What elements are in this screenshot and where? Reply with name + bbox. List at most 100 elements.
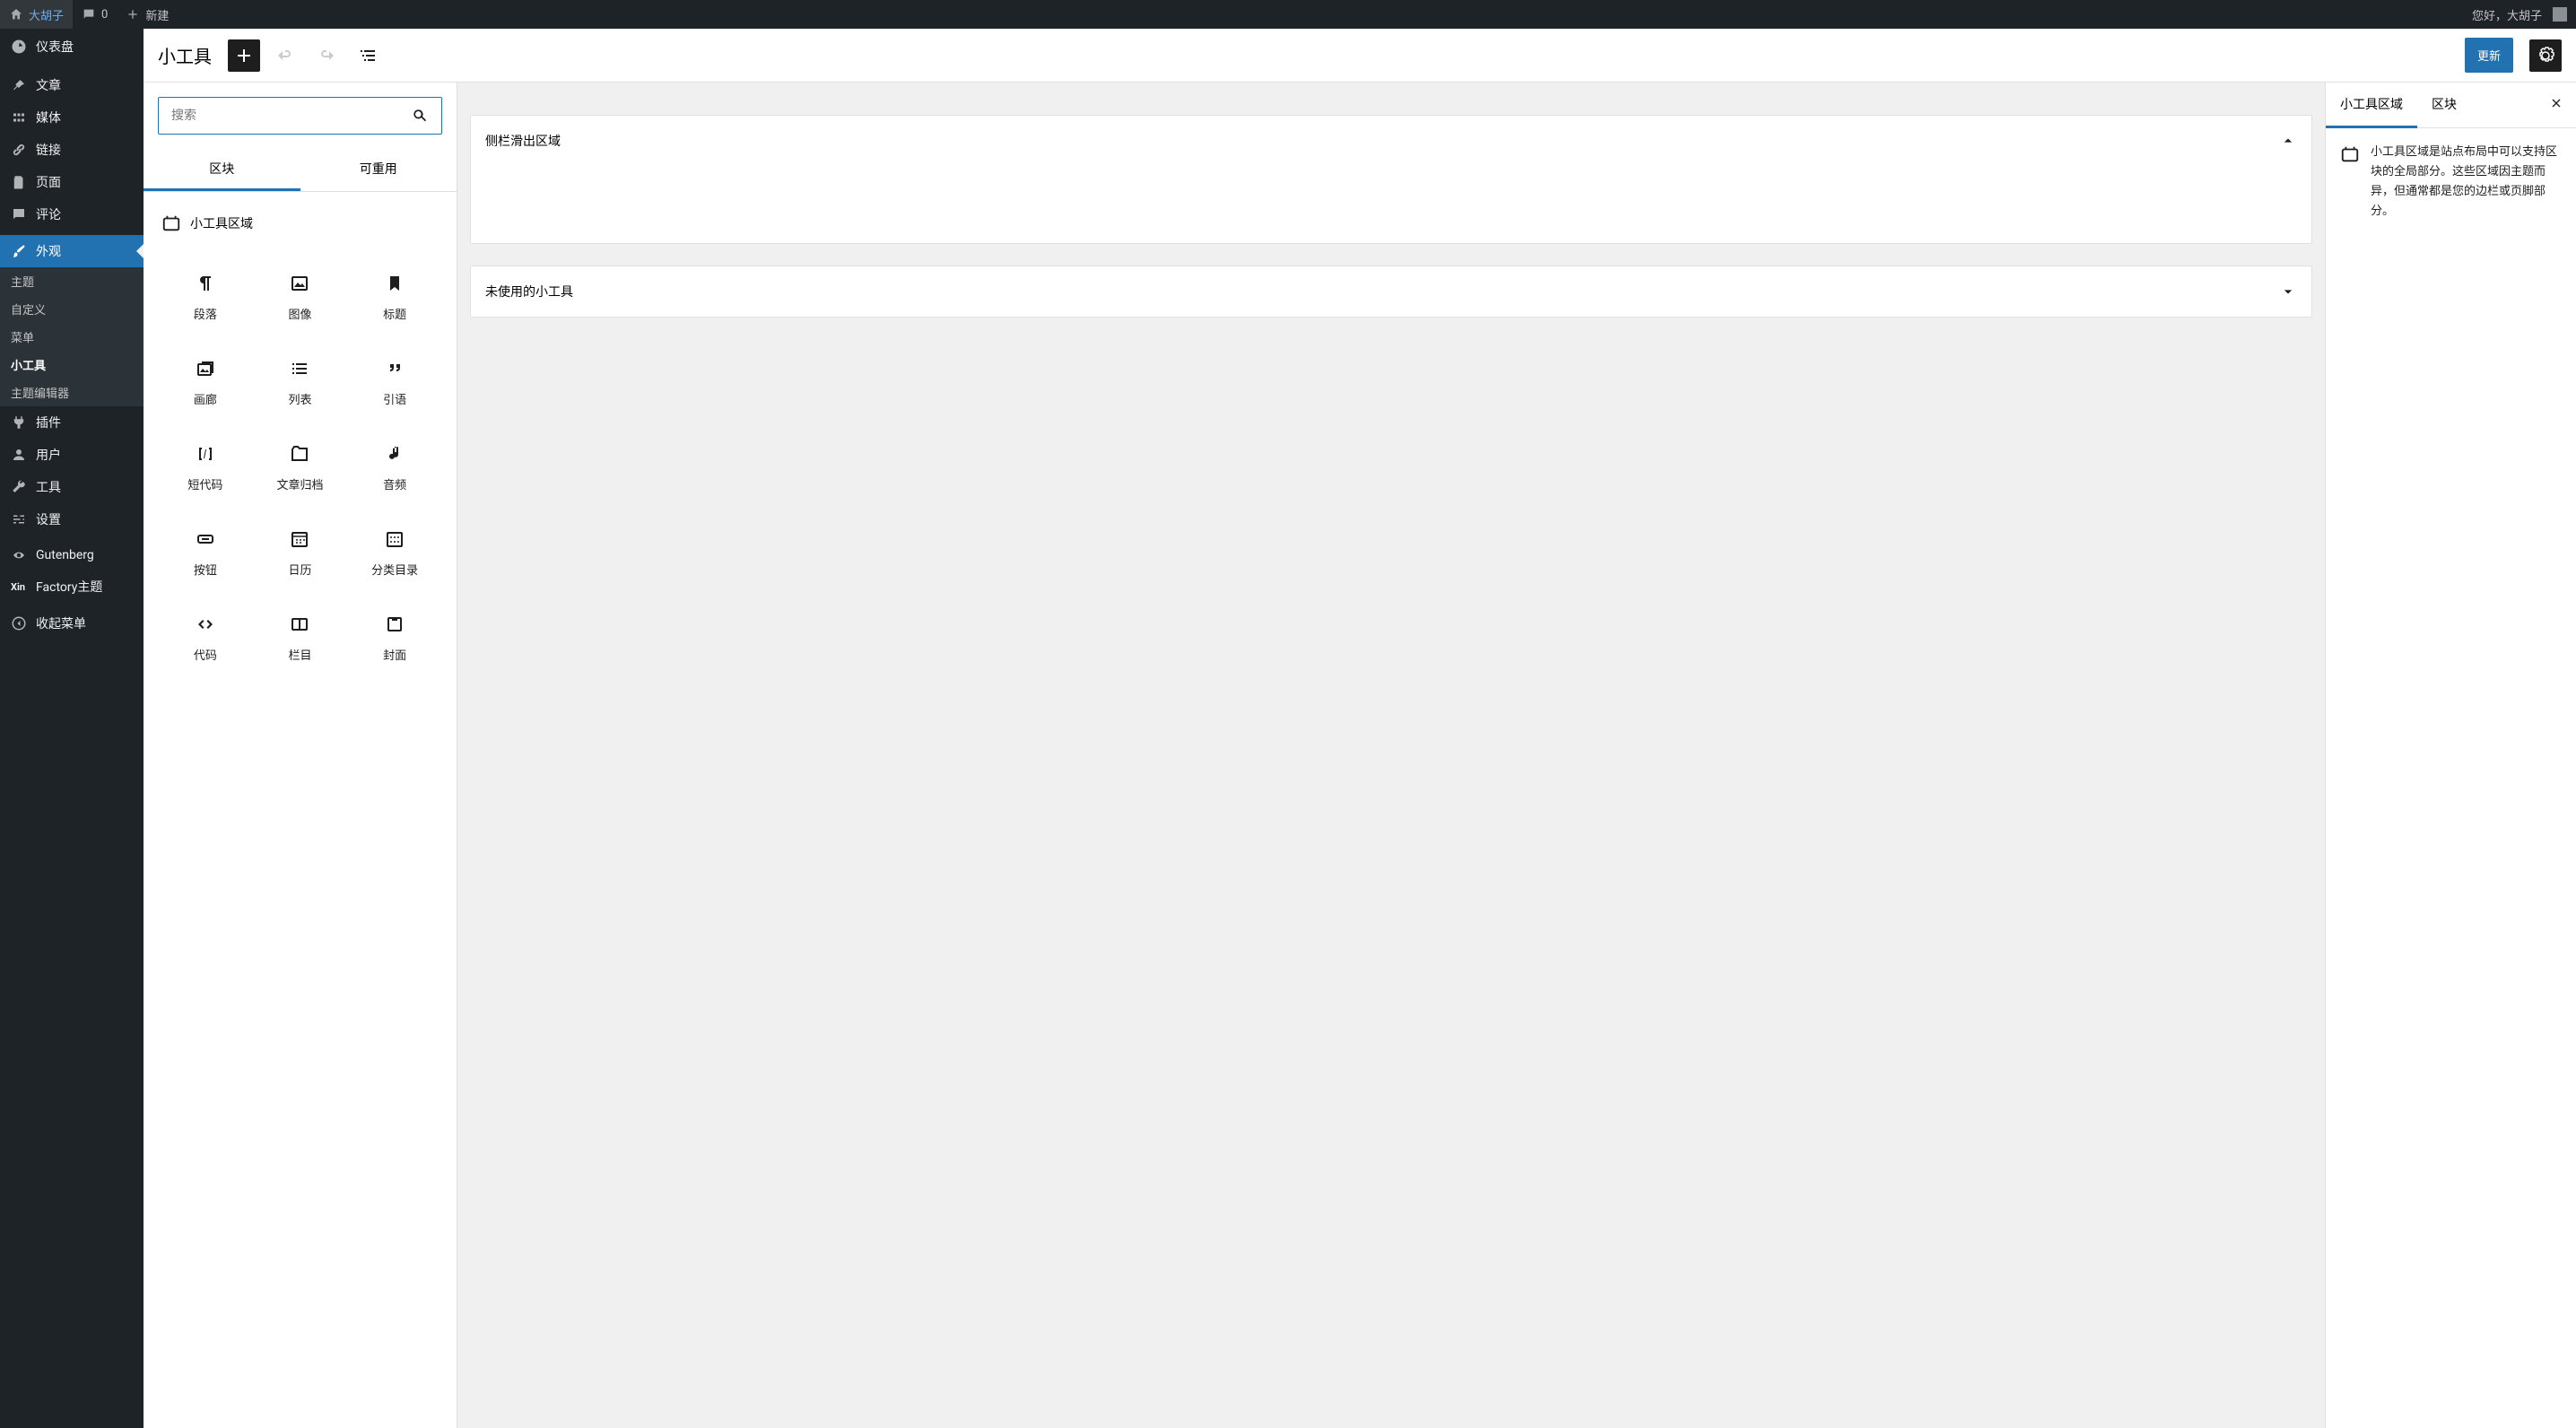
new-link[interactable]: 新建 — [117, 0, 178, 29]
panel-title: 侧栏滑出区域 — [485, 132, 561, 150]
gear-icon — [2535, 45, 2556, 66]
block-button[interactable]: 按钮 — [158, 510, 253, 596]
search-box[interactable] — [158, 97, 442, 135]
sidebar-item-posts[interactable]: 文章 — [0, 69, 144, 101]
sidebar-label: 设置 — [36, 510, 61, 528]
undo-button[interactable] — [269, 39, 301, 72]
tab-reusable[interactable]: 可重用 — [300, 149, 457, 191]
chevron-up-icon — [2279, 132, 2297, 150]
comments-count: 0 — [101, 8, 108, 22]
sidebar-label: 收起菜单 — [36, 614, 86, 632]
main-area: 小工具 更新 区块 可重用 小工具区域 — [144, 29, 2576, 1428]
sidebar-label: 用户 — [36, 446, 61, 464]
sidebar-item-plugins[interactable]: 插件 — [0, 406, 144, 439]
inserter-tabs: 区块 可重用 — [144, 149, 457, 192]
editor-topbar: 小工具 更新 — [144, 29, 2576, 83]
widget-area-panel-inactive: 未使用的小工具 — [470, 266, 2312, 318]
archive-icon — [289, 443, 310, 465]
plus-icon — [126, 7, 140, 22]
sidebar-item-collapse[interactable]: 收起菜单 — [0, 607, 144, 640]
plug-icon — [11, 414, 27, 431]
bookmark-icon — [384, 273, 405, 294]
settings-button[interactable] — [2529, 39, 2562, 72]
panel-header[interactable]: 未使用的小工具 — [471, 266, 2311, 317]
panel-header[interactable]: 侧栏滑出区域 — [471, 116, 2311, 166]
sub-editor[interactable]: 主题编辑器 — [0, 379, 144, 406]
sidebar-label: Gutenberg — [36, 548, 94, 562]
category-label: 小工具区域 — [190, 214, 253, 232]
editor-canvas: 侧栏滑出区域 未使用的小工具 — [457, 83, 2325, 1428]
tab-blocks[interactable]: 区块 — [144, 149, 300, 191]
update-button[interactable]: 更新 — [2465, 38, 2513, 73]
block-categories[interactable]: 分类目录 — [347, 510, 442, 596]
close-settings-button[interactable] — [2537, 96, 2576, 114]
sidebar-item-comments[interactable]: 评论 — [0, 198, 144, 231]
sidebar-item-dashboard[interactable]: 仪表盘 — [0, 29, 144, 65]
collapse-icon — [11, 615, 27, 631]
admin-bar: 大胡子 0 新建 您好，大胡子 — [0, 0, 2576, 29]
sub-menus[interactable]: 菜单 — [0, 323, 144, 351]
search-input[interactable] — [171, 109, 404, 123]
sub-customize[interactable]: 自定义 — [0, 295, 144, 323]
sliders-icon — [11, 511, 27, 527]
comment-icon — [11, 206, 27, 222]
sidebar-label: 插件 — [36, 414, 61, 431]
avatar — [2553, 7, 2567, 22]
category-widget-area[interactable]: 小工具区域 — [158, 206, 442, 240]
sidebar-item-users[interactable]: 用户 — [0, 439, 144, 471]
close-icon — [2549, 96, 2563, 110]
comment-icon — [82, 7, 96, 22]
sidebar-label: Factory主题 — [36, 578, 102, 596]
greeting-link[interactable]: 您好，大胡子 — [2463, 0, 2576, 29]
sidebar-item-factory[interactable]: Xin Factory主题 — [0, 570, 144, 603]
page-title: 小工具 — [158, 42, 212, 68]
link-icon — [11, 142, 27, 158]
block-audio[interactable]: 音频 — [347, 425, 442, 510]
sidebar-item-gutenberg[interactable]: Gutenberg — [0, 540, 144, 570]
xin-icon: Xin — [11, 581, 27, 593]
block-code[interactable]: 代码 — [158, 596, 253, 681]
sub-themes[interactable]: 主题 — [0, 267, 144, 295]
comments-link[interactable]: 0 — [73, 0, 117, 29]
widget-area-panel-sidebar: 侧栏滑出区域 — [470, 115, 2312, 244]
redo-button[interactable] — [310, 39, 343, 72]
sidebar-label: 链接 — [36, 141, 61, 159]
block-image[interactable]: 图像 — [253, 255, 348, 340]
tab-block[interactable]: 区块 — [2417, 83, 2471, 128]
block-quote[interactable]: 引语 — [347, 340, 442, 425]
media-icon — [11, 109, 27, 126]
widget-area-icon — [2340, 144, 2360, 164]
dashboard-icon — [11, 39, 27, 55]
sidebar-item-media[interactable]: 媒体 — [0, 101, 144, 134]
block-archives[interactable]: 文章归档 — [253, 425, 348, 510]
block-paragraph[interactable]: 段落 — [158, 255, 253, 340]
sidebar-item-links[interactable]: 链接 — [0, 134, 144, 166]
button-icon — [195, 528, 216, 550]
sub-widgets[interactable]: 小工具 — [0, 351, 144, 379]
plus-icon — [233, 45, 255, 66]
calendar-icon — [289, 528, 310, 550]
sidebar-item-tools[interactable]: 工具 — [0, 471, 144, 503]
settings-tabs: 小工具区域 区块 — [2326, 83, 2576, 128]
block-calendar[interactable]: 日历 — [253, 510, 348, 596]
block-columns[interactable]: 栏目 — [253, 596, 348, 681]
paragraph-icon — [195, 273, 216, 294]
shortcode-icon — [195, 443, 216, 465]
block-shortcode[interactable]: 短代码 — [158, 425, 253, 510]
block-heading[interactable]: 标题 — [347, 255, 442, 340]
tab-widget-area[interactable]: 小工具区域 — [2326, 83, 2417, 128]
block-gallery[interactable]: 画廊 — [158, 340, 253, 425]
quote-icon — [384, 358, 405, 379]
panel-body[interactable] — [471, 166, 2311, 243]
greeting-text: 您好，大胡子 — [2472, 6, 2542, 23]
block-list[interactable]: 列表 — [253, 340, 348, 425]
redo-icon — [316, 45, 337, 66]
block-cover[interactable]: 封面 — [347, 596, 442, 681]
sidebar-item-pages[interactable]: 页面 — [0, 166, 144, 198]
sidebar-item-settings[interactable]: 设置 — [0, 503, 144, 536]
list-view-button[interactable] — [352, 39, 384, 72]
sidebar-item-appearance[interactable]: 外观 — [0, 235, 144, 267]
add-block-button[interactable] — [228, 39, 260, 72]
site-name: 大胡子 — [29, 6, 64, 23]
site-link[interactable]: 大胡子 — [0, 0, 73, 29]
